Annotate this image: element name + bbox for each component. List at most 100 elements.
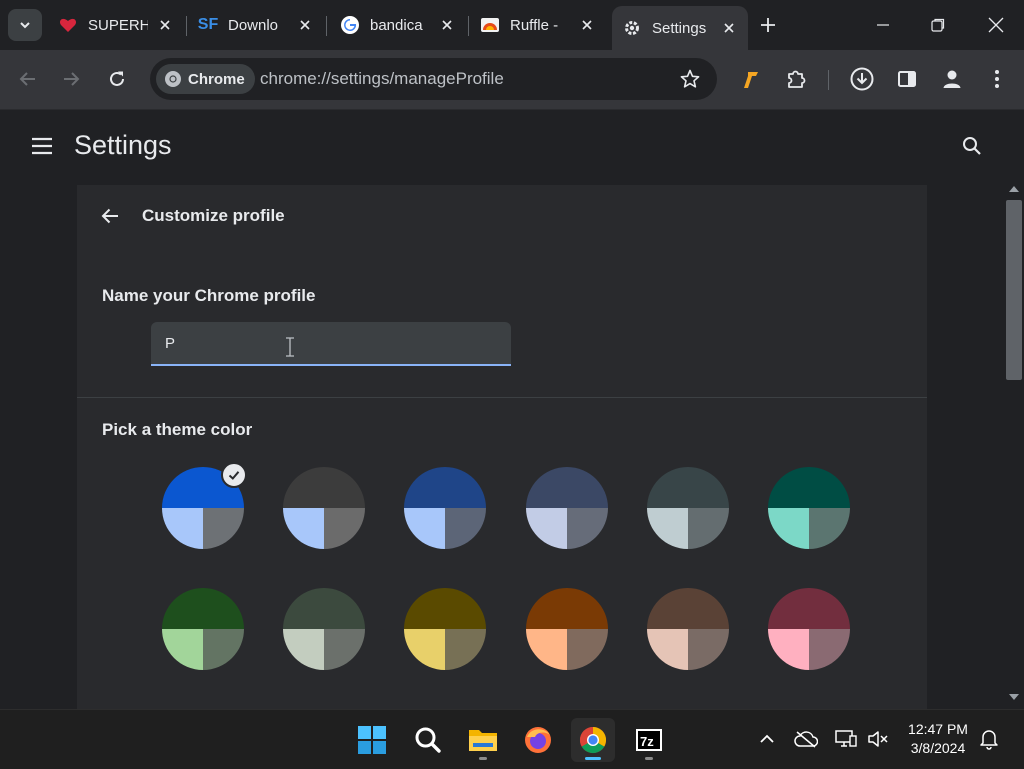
- address-bar[interactable]: Chrome chrome://settings/manageProfile: [150, 58, 717, 100]
- swatch-segment: [162, 629, 203, 670]
- file-explorer-button[interactable]: [461, 718, 505, 762]
- new-tab-button[interactable]: [756, 13, 780, 37]
- theme-swatch[interactable]: [283, 588, 365, 670]
- tab-download[interactable]: SF Downlo: [198, 6, 318, 44]
- swatch-segment: [324, 629, 365, 670]
- swatch-segment: [647, 467, 729, 508]
- swatch-segment: [404, 588, 486, 629]
- gear-icon: [622, 18, 642, 38]
- tab-settings[interactable]: Settings: [612, 6, 748, 50]
- swatch-segment: [526, 508, 567, 549]
- search-settings-button[interactable]: [960, 134, 984, 158]
- sourceforge-icon: SF: [197, 16, 219, 33]
- profile-name-input[interactable]: [151, 322, 511, 366]
- clock-time: 12:47 PM: [908, 721, 968, 737]
- theme-color-label: Pick a theme color: [102, 420, 253, 439]
- reload-button[interactable]: [104, 66, 130, 92]
- side-panel-button[interactable]: [894, 66, 920, 92]
- theme-swatch[interactable]: [647, 467, 729, 549]
- theme-swatch[interactable]: [526, 467, 608, 549]
- swatch-segment: [526, 629, 567, 670]
- tab-superh[interactable]: SUPERH: [58, 6, 178, 44]
- close-icon[interactable]: [438, 16, 456, 34]
- forward-button[interactable]: [58, 66, 84, 92]
- onedrive-button[interactable]: [794, 727, 818, 751]
- close-window-button[interactable]: [983, 12, 1009, 38]
- tab-search-button[interactable]: [8, 9, 42, 41]
- firefox-button[interactable]: [516, 718, 560, 762]
- tab-title: Settings: [652, 19, 707, 37]
- extension-button[interactable]: [738, 66, 764, 92]
- close-icon[interactable]: [156, 16, 174, 34]
- notifications-button[interactable]: [977, 727, 1001, 751]
- theme-swatch[interactable]: [768, 467, 850, 549]
- theme-swatch[interactable]: [162, 588, 244, 670]
- theme-swatch[interactable]: [283, 467, 365, 549]
- plus-icon: [761, 18, 775, 32]
- star-icon: [680, 69, 700, 88]
- chrome-taskbar-button[interactable]: [571, 718, 615, 762]
- system-clock[interactable]: 12:47 PM 3/8/2024: [900, 720, 976, 758]
- close-icon[interactable]: [296, 16, 314, 34]
- tab-separator: [186, 16, 187, 36]
- back-button[interactable]: [99, 205, 121, 227]
- main-menu-button[interactable]: [30, 134, 54, 158]
- search-button[interactable]: [406, 718, 450, 762]
- tab-ruffle[interactable]: Ruffle -: [480, 6, 600, 44]
- speaker-muted-icon: [868, 731, 888, 747]
- close-icon: [988, 17, 1004, 33]
- close-icon[interactable]: [578, 16, 596, 34]
- ruffle-icon: [480, 15, 500, 35]
- windows-logo-icon: [358, 726, 386, 754]
- clock-date: 3/8/2024: [910, 740, 966, 756]
- arrow-right-icon: [64, 72, 80, 86]
- profile-button[interactable]: [939, 66, 965, 92]
- swatch-segment: [526, 467, 608, 508]
- 7zip-button[interactable]: 7z: [627, 718, 671, 762]
- tab-title: Downlo: [228, 16, 279, 34]
- show-hidden-icons-button[interactable]: [755, 727, 779, 751]
- bookmark-star-button[interactable]: [679, 68, 701, 90]
- extensions-button[interactable]: [783, 66, 809, 92]
- chrome-page-chip[interactable]: Chrome: [156, 64, 255, 94]
- network-button[interactable]: [834, 727, 858, 751]
- side-panel-icon: [898, 71, 916, 87]
- restore-button[interactable]: [925, 12, 951, 38]
- url-text[interactable]: chrome://settings/manageProfile: [260, 69, 504, 89]
- theme-swatch[interactable]: [404, 588, 486, 670]
- scroll-up-arrow[interactable]: [1009, 186, 1019, 192]
- swatch-segment: [203, 508, 244, 549]
- scroll-down-arrow[interactable]: [1009, 694, 1019, 700]
- settings-header: Settings: [0, 109, 1024, 181]
- swatch-segment: [768, 588, 850, 629]
- theme-swatch[interactable]: [768, 588, 850, 670]
- swatch-segment: [809, 508, 850, 549]
- network-icon: [835, 730, 857, 747]
- minimize-button[interactable]: [870, 12, 896, 38]
- kebab-menu-icon: [995, 70, 999, 88]
- volume-button[interactable]: [866, 727, 890, 751]
- swatch-segment: [162, 588, 244, 629]
- tab-bandicam[interactable]: bandica: [340, 6, 460, 44]
- browser-toolbar: Chrome chrome://settings/manageProfile: [0, 50, 1024, 109]
- swatch-segment: [526, 588, 608, 629]
- swatch-segment: [404, 467, 486, 508]
- theme-swatch[interactable]: [404, 467, 486, 549]
- heart-icon: [58, 15, 78, 35]
- chevron-up-icon: [760, 734, 774, 743]
- downloads-button[interactable]: [849, 66, 875, 92]
- back-button[interactable]: [15, 66, 41, 92]
- theme-swatch[interactable]: [526, 588, 608, 670]
- swatch-segment: [688, 508, 729, 549]
- menu-button[interactable]: [984, 66, 1010, 92]
- hamburger-icon: [32, 137, 52, 155]
- swatch-segment: [809, 629, 850, 670]
- theme-swatch[interactable]: [647, 588, 729, 670]
- close-icon[interactable]: [720, 19, 738, 37]
- scrollbar-thumb[interactable]: [1006, 200, 1022, 380]
- start-button[interactable]: [350, 718, 394, 762]
- page-scrollbar[interactable]: [1004, 180, 1024, 709]
- swatch-segment: [768, 508, 809, 549]
- swatch-segment: [404, 629, 445, 670]
- extension-logo-icon: [744, 72, 758, 88]
